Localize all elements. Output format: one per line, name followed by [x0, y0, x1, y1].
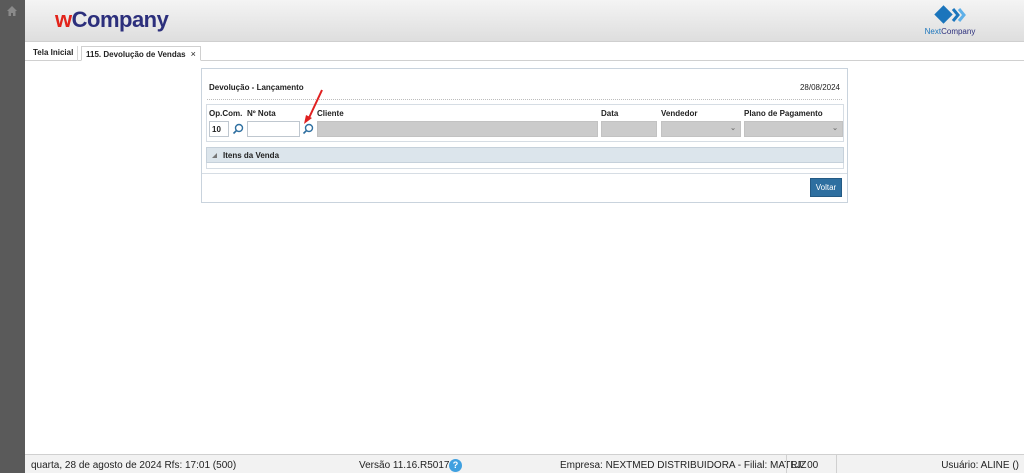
plano-label: Plano de Pagamento — [744, 109, 823, 118]
search-icon[interactable] — [232, 123, 244, 135]
cliente-field — [317, 121, 598, 137]
itens-venda-label: Itens da Venda — [223, 151, 280, 160]
itens-venda-header[interactable]: Itens da Venda — [206, 147, 844, 163]
itens-venda-body — [206, 163, 844, 169]
status-empresa: Empresa: NEXTMED DISTRIBUIDORA - Filial:… — [560, 460, 807, 471]
devolucao-panel: Devolução - Lançamento 28/08/2024 Op.Com… — [201, 68, 848, 203]
tab-home[interactable]: Tela Inicial — [29, 46, 79, 61]
vendedor-select[interactable]: ⌄ — [661, 121, 741, 137]
status-datetime: quarta, 28 de agosto de 2024 Rfs: 17:01 … — [31, 460, 237, 471]
annotation-arrow — [304, 89, 323, 124]
plano-select[interactable]: ⌄ — [744, 121, 843, 137]
collapse-icon — [212, 153, 217, 158]
vendedor-label: Vendedor — [661, 109, 698, 118]
wcompany-logo: wCompany — [55, 7, 169, 32]
panel-footer-divider — [202, 173, 847, 174]
divider — [836, 455, 837, 473]
tab-devolucao-vendas[interactable]: 115. Devolução de Vendas × — [81, 46, 201, 61]
nota-input[interactable] — [247, 121, 300, 137]
tab-bar: Tela Inicial 115. Devolução de Vendas × — [25, 42, 1024, 61]
status-bar: quarta, 28 de agosto de 2024 Rfs: 17:01 … — [25, 454, 1024, 473]
voltar-button[interactable]: Voltar — [810, 178, 842, 197]
status-version: Versão 11.16.R5017 — [359, 460, 450, 471]
top-header: wCompany NextCompany — [25, 0, 1024, 42]
divider — [786, 455, 787, 473]
panel-date: 28/08/2024 — [799, 83, 840, 92]
chevron-down-icon: ⌄ — [730, 125, 736, 132]
status-usuario: Usuário: ALINE () — [941, 460, 1019, 471]
left-rail — [0, 0, 25, 473]
opcom-input[interactable]: 10 — [209, 121, 229, 137]
home-icon[interactable] — [6, 5, 18, 17]
data-field — [601, 121, 657, 137]
data-label: Data — [601, 109, 619, 118]
help-icon[interactable]: ? — [449, 459, 462, 472]
nextcompany-logo: NextCompany — [918, 4, 982, 38]
nota-label: Nº Nota — [247, 109, 276, 118]
tab-label: 115. Devolução de Vendas — [86, 50, 186, 59]
opcom-label: Op.Com. — [209, 109, 243, 118]
chevron-down-icon: ⌄ — [832, 125, 838, 132]
close-icon[interactable]: × — [191, 49, 196, 59]
panel-title: Devolução - Lançamento — [209, 83, 304, 92]
status-lj: LJ: 00 — [791, 460, 819, 471]
